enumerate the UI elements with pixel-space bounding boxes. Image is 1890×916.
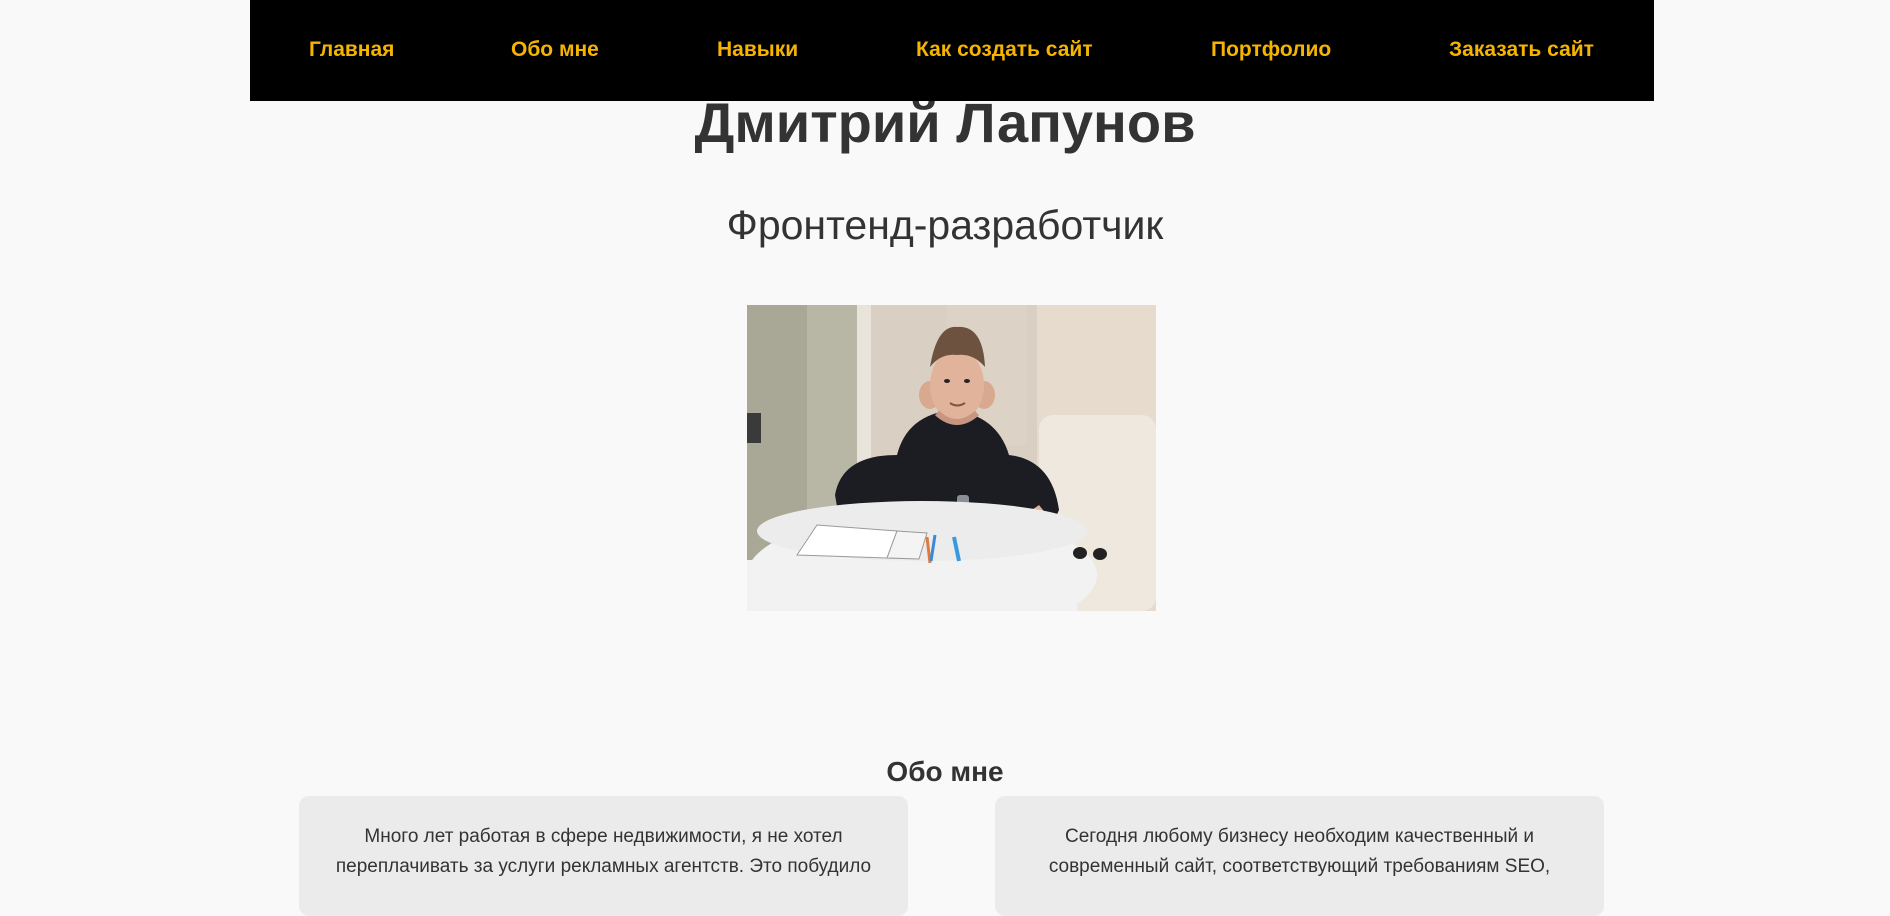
nav-item-order-site[interactable]: Заказать сайт <box>1449 38 1594 62</box>
about-card-right: Сегодня любому бизнесу необходим качеств… <box>995 796 1604 916</box>
top-navigation: Главная Обо мне Навыки Как создать сайт … <box>250 0 1654 101</box>
nav-item-about[interactable]: Обо мне <box>511 38 599 62</box>
about-card-left: Много лет работая в сфере недвижимости, … <box>299 796 908 916</box>
profile-photo <box>747 305 1156 611</box>
nav-item-skills[interactable]: Навыки <box>717 38 798 62</box>
about-card-right-text: Сегодня любому бизнесу необходим качеств… <box>1048 826 1551 877</box>
about-card-left-text: Много лет работая в сфере недвижимости, … <box>335 826 872 877</box>
nav-item-home[interactable]: Главная <box>309 38 394 62</box>
nav-item-how-to-create-site[interactable]: Как создать сайт <box>916 38 1093 62</box>
nav-item-portfolio[interactable]: Портфолио <box>1211 38 1331 62</box>
hero-role: Фронтенд-разработчик <box>726 202 1164 248</box>
about-section-title: Обо мне <box>886 756 1004 787</box>
